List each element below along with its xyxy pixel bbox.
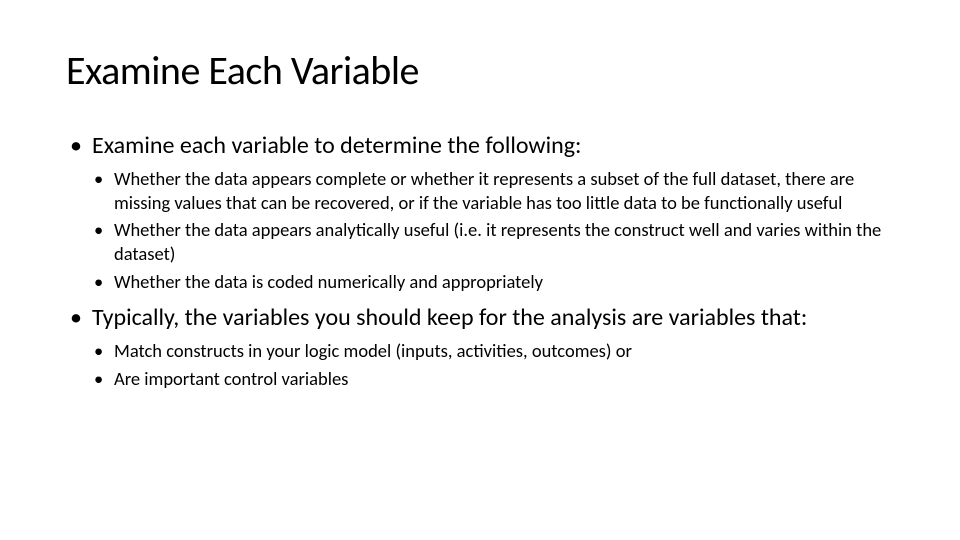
list-item: Match constructs in your logic model (in… <box>92 339 894 363</box>
list-item-text: Examine each variable to determine the f… <box>92 131 581 160</box>
slide: Examine Each Variable Examine each varia… <box>0 0 960 540</box>
list-item: Whether the data appears complete or whe… <box>92 167 894 214</box>
sub-list: Match constructs in your logic model (in… <box>92 339 894 390</box>
list-item: Are important control variables <box>92 367 894 391</box>
list-item: Examine each variable to determine the f… <box>66 131 894 293</box>
list-item: Whether the data is coded numerically an… <box>92 270 894 294</box>
list-item-text: Typically, the variables you should keep… <box>92 303 807 332</box>
slide-title: Examine Each Variable <box>66 46 894 95</box>
bullet-list: Examine each variable to determine the f… <box>66 131 894 391</box>
list-item: Typically, the variables you should keep… <box>66 303 894 390</box>
list-item: Whether the data appears analytically us… <box>92 218 894 265</box>
sub-list: Whether the data appears complete or whe… <box>92 167 894 293</box>
